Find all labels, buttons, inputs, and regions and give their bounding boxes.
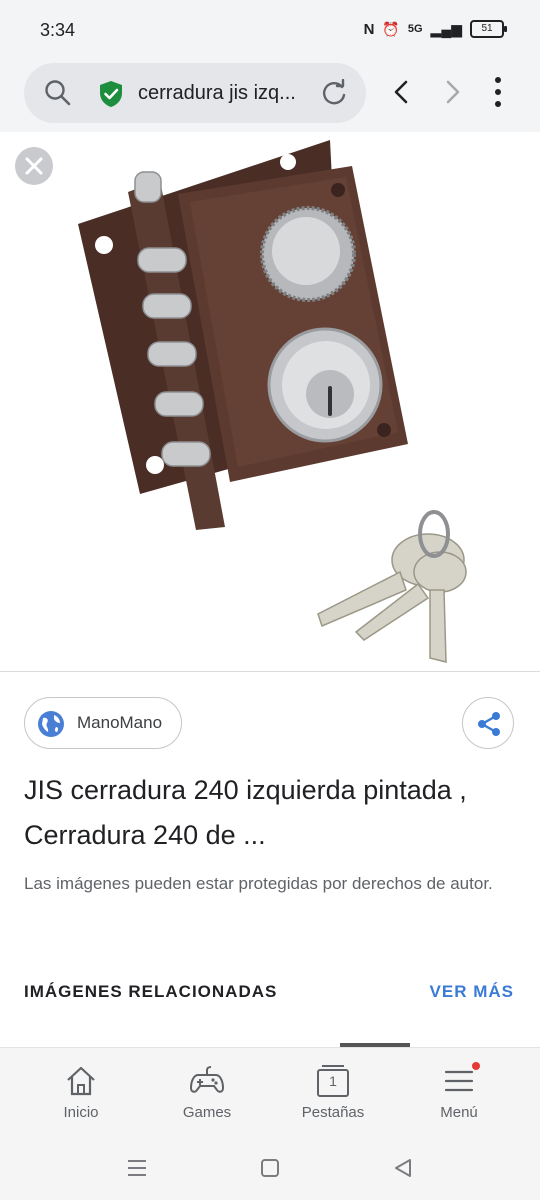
lock-with-keys-image	[78, 140, 467, 663]
copyright-notice: Las imágenes pueden estar protegidas por…	[24, 874, 493, 893]
nav-menu-label: Menú	[440, 1104, 478, 1121]
status-icons: N ⏰ 5G ▂▄▆ 51	[363, 20, 507, 38]
signal-icon: ▂▄▆	[430, 20, 462, 37]
result-title[interactable]: JIS cerradura 240 izquierda pintada , Ce…	[24, 768, 524, 858]
related-heading: IMÁGENES RELACIONADAS	[24, 982, 278, 1001]
gamepad-icon	[190, 1066, 224, 1093]
nav-games-label: Games	[182, 1104, 232, 1121]
close-icon	[25, 157, 43, 175]
home-button-icon[interactable]	[259, 1157, 281, 1179]
globe-icon	[38, 711, 64, 737]
forward-icon[interactable]	[438, 78, 466, 106]
source-name: ManoMano	[77, 713, 163, 732]
status-time: 3:34	[40, 20, 76, 40]
back-button-icon[interactable]	[392, 1157, 414, 1179]
recent-apps-icon[interactable]	[126, 1157, 148, 1179]
notification-dot	[472, 1062, 480, 1070]
divider	[0, 671, 540, 672]
back-icon[interactable]	[388, 78, 416, 106]
battery-icon: 51	[470, 20, 507, 38]
see-more-link[interactable]: VER MÁS	[430, 982, 514, 1002]
reload-icon[interactable]	[320, 79, 348, 107]
image-preview[interactable]	[0, 132, 540, 672]
nav-tabs[interactable]: 1 Pestañas	[283, 1048, 383, 1138]
network-type: 5G	[407, 23, 423, 35]
status-bar: 3:34 N ⏰ 5G ▂▄▆ 51	[0, 0, 540, 60]
system-nav-bar	[0, 1137, 540, 1200]
nav-menu[interactable]: Menú	[409, 1048, 509, 1138]
nfc-icon: N	[363, 20, 375, 38]
nav-home[interactable]: Inicio	[31, 1048, 131, 1138]
address-bar[interactable]: cerradura jis izq...	[24, 63, 366, 123]
menu-icon	[444, 1070, 474, 1092]
share-icon	[478, 712, 500, 736]
nav-tabs-label: Pestañas	[301, 1104, 365, 1121]
share-button[interactable]	[462, 697, 514, 749]
alarm-icon: ⏰	[382, 20, 400, 37]
nav-home-label: Inicio	[63, 1104, 99, 1121]
close-button[interactable]	[15, 147, 53, 185]
bottom-nav: Inicio Games 1 Pestañas Menú	[0, 1047, 540, 1138]
home-icon	[67, 1066, 95, 1096]
nav-games[interactable]: Games	[157, 1048, 257, 1138]
shield-check-icon	[100, 81, 122, 107]
url-text[interactable]: cerradura jis izq...	[138, 82, 296, 105]
more-vert-icon[interactable]	[486, 74, 510, 110]
search-icon[interactable]	[44, 79, 72, 107]
browser-toolbar: cerradura jis izq...	[0, 60, 540, 132]
tab-count: 1	[329, 1073, 337, 1089]
source-chip[interactable]: ManoMano	[24, 697, 182, 749]
